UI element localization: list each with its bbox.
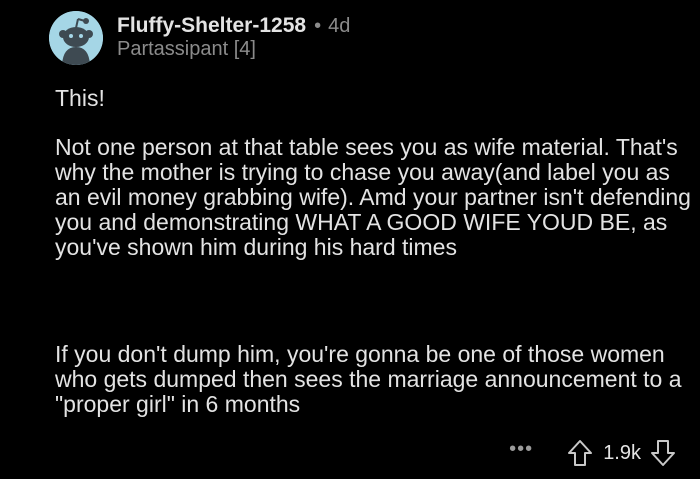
- downvote-arrow-icon[interactable]: [650, 439, 676, 467]
- comment-actions: ••• 1.9k: [509, 438, 676, 468]
- avatar[interactable]: [49, 11, 103, 65]
- comment-age: 4d: [328, 14, 351, 37]
- user-flair: Partassipant [4]: [117, 38, 256, 60]
- comment-paragraph: This!: [55, 85, 105, 111]
- snoo-avatar-icon: [49, 11, 103, 65]
- comment-paragraph: Not one person at that table sees you as…: [55, 134, 691, 260]
- more-options-button[interactable]: •••: [509, 439, 533, 459]
- username-link[interactable]: Fluffy-Shelter-1258: [117, 14, 306, 38]
- separator-dot: •: [314, 14, 322, 37]
- comment-paragraph: If you don't dump him, you're gonna be o…: [55, 341, 682, 417]
- vote-score: 1.9k: [603, 441, 641, 464]
- upvote-arrow-icon[interactable]: [567, 439, 593, 467]
- comment-header: Fluffy-Shelter-1258 • 4d: [117, 12, 350, 40]
